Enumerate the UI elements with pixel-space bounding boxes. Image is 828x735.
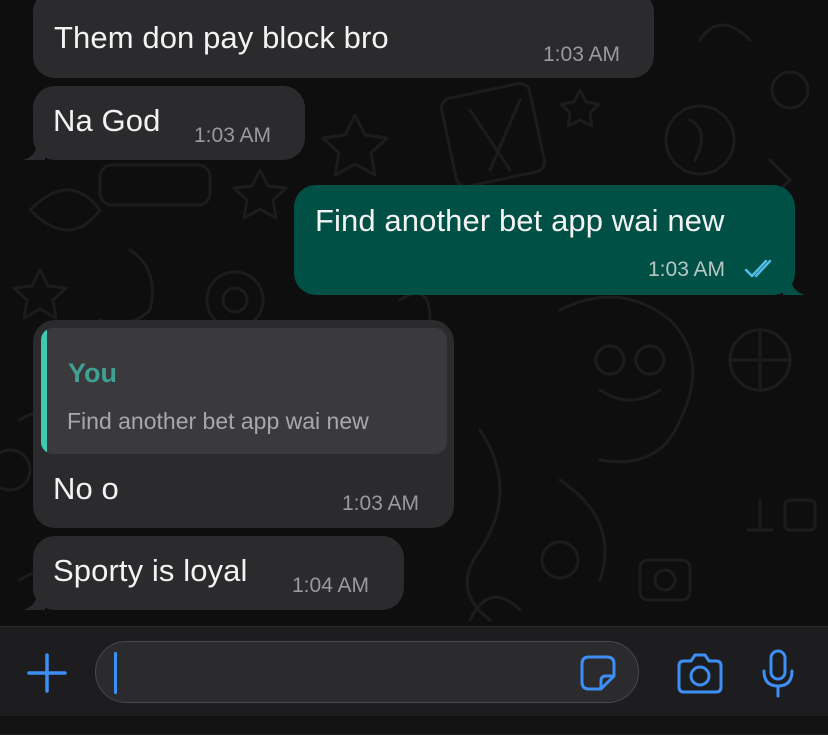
message-time: 1:03 AM <box>543 43 621 66</box>
message-time: 1:03 AM <box>194 124 272 147</box>
message-bubble-incoming[interactable]: Sporty is loyal 1:04 AM <box>23 536 404 610</box>
message-text: Sporty is loyal <box>53 553 248 588</box>
message-time: 1:04 AM <box>292 574 370 597</box>
sticker-icon[interactable] <box>579 654 617 692</box>
message-input[interactable] <box>95 641 639 703</box>
message-bubble-incoming[interactable]: Them don pay block bro 1:03 AM <box>33 0 654 78</box>
message-bubble-incoming[interactable]: You Find another bet app wai new No o 1:… <box>33 320 454 528</box>
microphone-icon[interactable] <box>759 649 797 699</box>
message-text: Find another bet app wai new <box>315 203 725 238</box>
message-bubble-incoming[interactable]: Na God 1:03 AM <box>23 86 305 160</box>
bubble-tail <box>783 277 805 295</box>
message-text: Na God <box>53 103 161 138</box>
bubble-tail <box>23 592 45 610</box>
chat-area[interactable]: Them don pay block bro 1:03 AM Na God 1:… <box>0 0 828 626</box>
message-time: 1:03 AM <box>342 492 420 515</box>
home-indicator-area <box>0 716 828 734</box>
camera-icon[interactable] <box>676 651 724 695</box>
text-cursor <box>114 652 117 694</box>
bubble-tail <box>23 142 45 160</box>
plus-icon[interactable] <box>26 652 68 694</box>
quote-author: You <box>68 358 117 388</box>
message-text: Them don pay block bro <box>54 20 389 55</box>
message-text: No o <box>53 471 119 506</box>
quoted-message[interactable]: You Find another bet app wai new <box>41 328 447 454</box>
message-bubble-outgoing[interactable]: Find another bet app wai new 1:03 AM <box>294 185 805 295</box>
quote-accent-bar <box>41 328 47 454</box>
message-time: 1:03 AM <box>648 258 726 281</box>
quote-text: Find another bet app wai new <box>67 408 369 434</box>
read-receipt-icon <box>744 259 772 278</box>
